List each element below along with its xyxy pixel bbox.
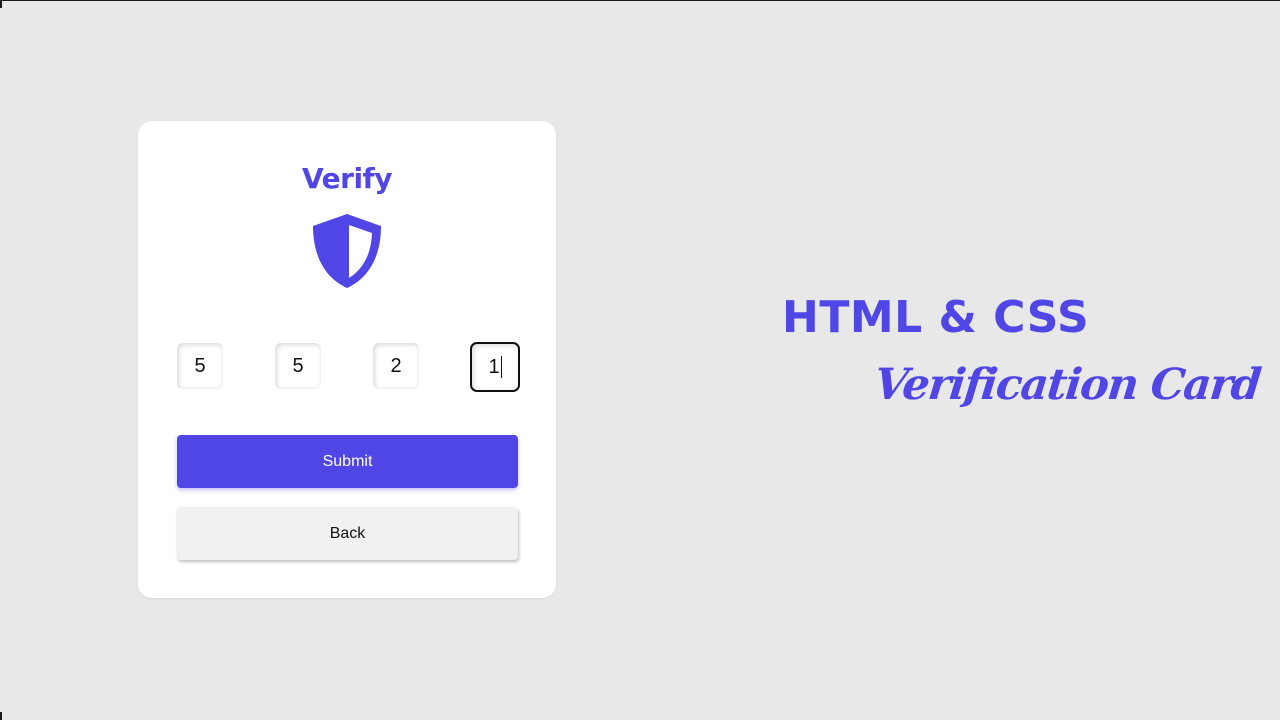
otp-digit-2-value: 5 bbox=[292, 354, 304, 377]
hero-title: HTML & CSS bbox=[782, 292, 1090, 343]
otp-digit-3-value: 2 bbox=[390, 354, 402, 377]
corner-mark-top bbox=[0, 0, 2, 8]
hero-subtitle: Verification Card bbox=[872, 360, 1263, 410]
otp-digit-1-value: 5 bbox=[194, 354, 206, 377]
otp-digit-4[interactable]: 1 bbox=[470, 342, 520, 392]
card-title: Verify bbox=[302, 162, 392, 195]
otp-digit-3[interactable]: 2 bbox=[373, 343, 419, 389]
otp-digit-4-value: 1 bbox=[488, 355, 500, 378]
submit-button[interactable]: Submit bbox=[177, 435, 518, 488]
otp-digit-2[interactable]: 5 bbox=[275, 343, 321, 389]
corner-mark-bottom bbox=[0, 712, 2, 720]
top-border bbox=[0, 0, 1280, 1]
back-button[interactable]: Back bbox=[177, 507, 518, 560]
text-caret bbox=[500, 356, 502, 378]
shield-icon bbox=[313, 214, 381, 288]
otp-digit-1[interactable]: 5 bbox=[177, 343, 223, 389]
